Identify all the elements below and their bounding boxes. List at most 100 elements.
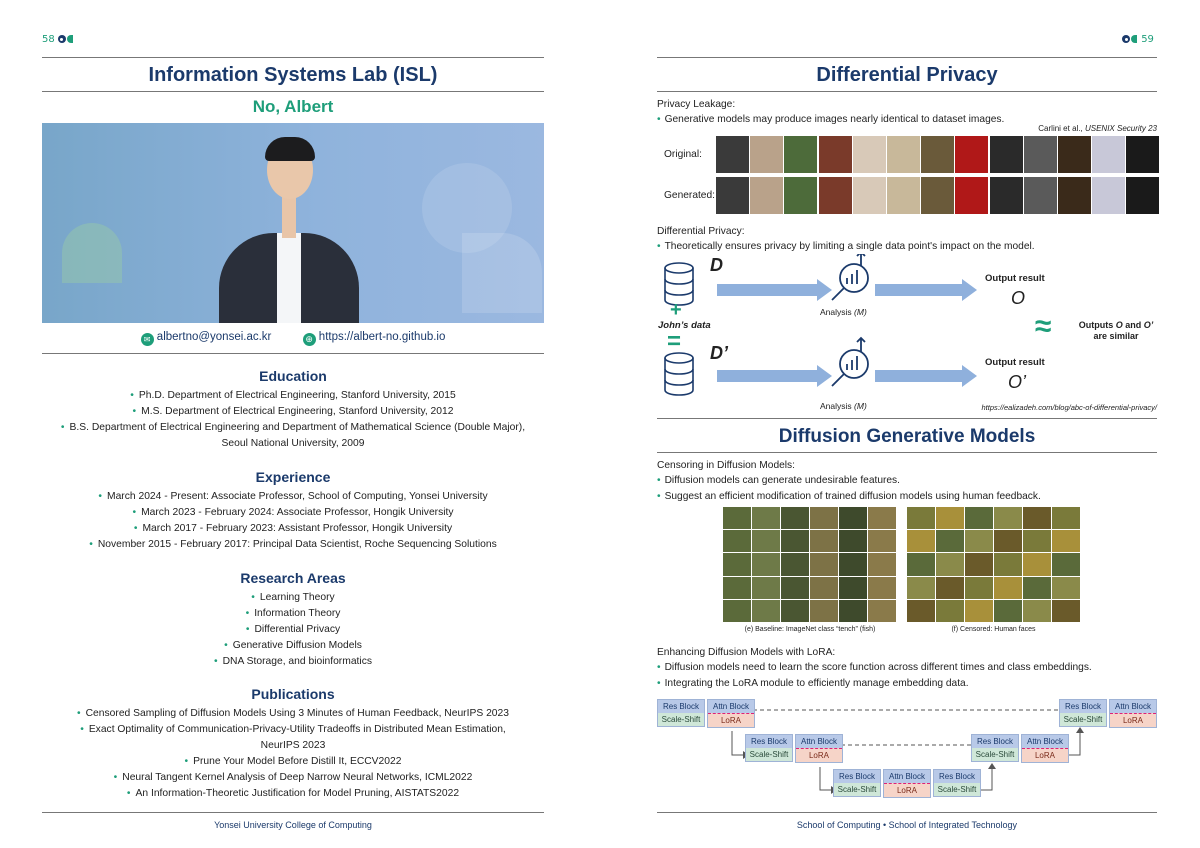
analysis-icon: [831, 336, 869, 387]
research-section: Research Areas • Learning Theory • Informa…: [42, 570, 544, 670]
grid-image: [994, 553, 1022, 576]
thumbnail-image: [716, 177, 749, 214]
analysis-icon: [831, 254, 869, 301]
grid-image: [1023, 553, 1051, 576]
grid-image: [868, 530, 896, 553]
grid-image: [936, 507, 964, 530]
grid-image: [868, 576, 896, 599]
grid-image: [1052, 576, 1080, 599]
yonsei-logo-icon: [1122, 35, 1138, 43]
grid-image: [810, 576, 838, 599]
right-page: 59 Differential Privacy Privacy Leakage:…: [600, 0, 1200, 848]
res-block: Res Block Scale-Shift: [971, 734, 1019, 762]
original-images-row: [716, 136, 1161, 174]
grid-image: [994, 530, 1022, 553]
page-number-left: 58: [42, 34, 74, 45]
output-result-label: Output result: [985, 273, 1045, 284]
research-heading: Research Areas: [240, 570, 346, 586]
website-link[interactable]: https://albert-no.github.io: [319, 331, 446, 343]
list-item: • Exact Optimality of Communication-Priva…: [80, 724, 506, 735]
thumbnail-image: [818, 177, 852, 214]
section-rule: [657, 418, 1157, 419]
list-item: • B.S. Department of Electrical Engineeri…: [60, 422, 526, 433]
johns-data-label: John’s data: [658, 320, 711, 331]
arrow-icon: [875, 365, 977, 387]
email-link[interactable]: albertno@yonsei.ac.kr: [157, 331, 272, 343]
censor-bullet: • Suggest an efficient modification of tr…: [657, 491, 1041, 502]
list-item: • November 2015 - February 2017: Principa…: [89, 539, 497, 550]
left-page: 58 Information Systems Lab (ISL) No, Alb…: [0, 0, 600, 848]
page-number-text: 58: [42, 34, 55, 45]
arrow-icon: [717, 279, 832, 301]
contact-row: ✉ albertno@yonsei.ac.kr ⊕ https://albert…: [42, 331, 544, 346]
res-block: Res Block Scale-Shift: [933, 769, 981, 797]
thumbnail-image: [852, 177, 886, 214]
lora-heading: Enhancing Diffusion Models with LoRA:: [657, 647, 836, 658]
censor-heading: Censoring in Diffusion Models:: [657, 460, 795, 471]
res-block: Res Block Scale-Shift: [657, 699, 705, 727]
lab-title: Information Systems Lab (ISL): [148, 64, 438, 86]
grid-image: [1023, 576, 1051, 599]
thumbnail-image: [1092, 177, 1126, 214]
list-item: • Generative Diffusion Models: [224, 640, 362, 651]
grid-image: [781, 530, 809, 553]
generated-images-row: [716, 177, 1161, 215]
leakage-bullet: • Generative models may produce images ne…: [657, 114, 1005, 125]
contact-rule: [42, 353, 544, 354]
grid-image: [839, 599, 867, 622]
grid-image: [839, 507, 867, 530]
citation: Carlini et al., USENIX Security 23: [1038, 124, 1157, 133]
list-item: • Neural Tangent Kernel Analysis of Deep …: [113, 772, 473, 783]
list-item: NeurIPS 2023: [260, 740, 326, 751]
grid-image: [965, 599, 993, 622]
publications-section: Publications • Censored Sampling of Diffu…: [42, 686, 544, 802]
plus-sign: +: [670, 299, 682, 321]
grid-image: [723, 553, 751, 576]
row-label-generated: Generated:: [664, 190, 715, 201]
thumbnail-image: [955, 136, 989, 173]
leakage-heading: Privacy Leakage:: [657, 99, 736, 110]
caption-baseline: (e) Baseline: ImageNet class “tench” (fi…: [744, 626, 876, 633]
grid-image: [781, 576, 809, 599]
lora-bullet: • Diffusion models need to learn the scor…: [657, 662, 1092, 673]
baseline-image-grid: [723, 507, 896, 622]
grid-image: [936, 530, 964, 553]
d-prime-label: D’: [710, 343, 728, 363]
grid-image: [965, 507, 993, 530]
grid-image: [810, 507, 838, 530]
grid-image: [1052, 599, 1080, 622]
similar-note: Outputs O and O’ are similar: [1078, 320, 1154, 341]
attn-block: Attn Block LoRA: [1021, 734, 1069, 763]
grid-image: [781, 553, 809, 576]
grid-image: [994, 507, 1022, 530]
experience-heading: Experience: [255, 469, 331, 485]
publications-heading: Publications: [251, 686, 335, 702]
row-label-original: Original:: [664, 149, 702, 160]
top-rule: [42, 57, 544, 58]
grid-image: [752, 530, 780, 553]
grid-image: [723, 576, 751, 599]
thumbnail-image: [784, 136, 818, 173]
dp-heading: Differential Privacy:: [657, 226, 745, 237]
grid-image: [810, 599, 838, 622]
grid-image: [868, 599, 896, 622]
top-rule: [657, 57, 1157, 58]
analysis-label: Analysis (M): [820, 401, 867, 411]
grid-image: [1023, 507, 1051, 530]
list-item: • Differential Privacy: [245, 624, 341, 635]
professor-name: No, Albert: [252, 97, 334, 116]
attn-block: Attn Block LoRA: [1109, 699, 1157, 728]
thumbnail-image: [1092, 136, 1126, 173]
grid-image: [907, 530, 935, 553]
grid-image: [752, 507, 780, 530]
yonsei-logo-icon: [57, 35, 74, 43]
list-item: • Censored Sampling of Diffusion Models U…: [77, 708, 509, 719]
grid-image: [907, 507, 935, 530]
footer-left: Yonsei University College of Computing: [214, 820, 372, 830]
page-number-right: 59: [1122, 34, 1154, 45]
thumbnail-image: [784, 177, 818, 214]
grid-image: [994, 576, 1022, 599]
thumbnail-image: [1126, 136, 1160, 173]
grid-image: [907, 553, 935, 576]
grid-image: [839, 530, 867, 553]
